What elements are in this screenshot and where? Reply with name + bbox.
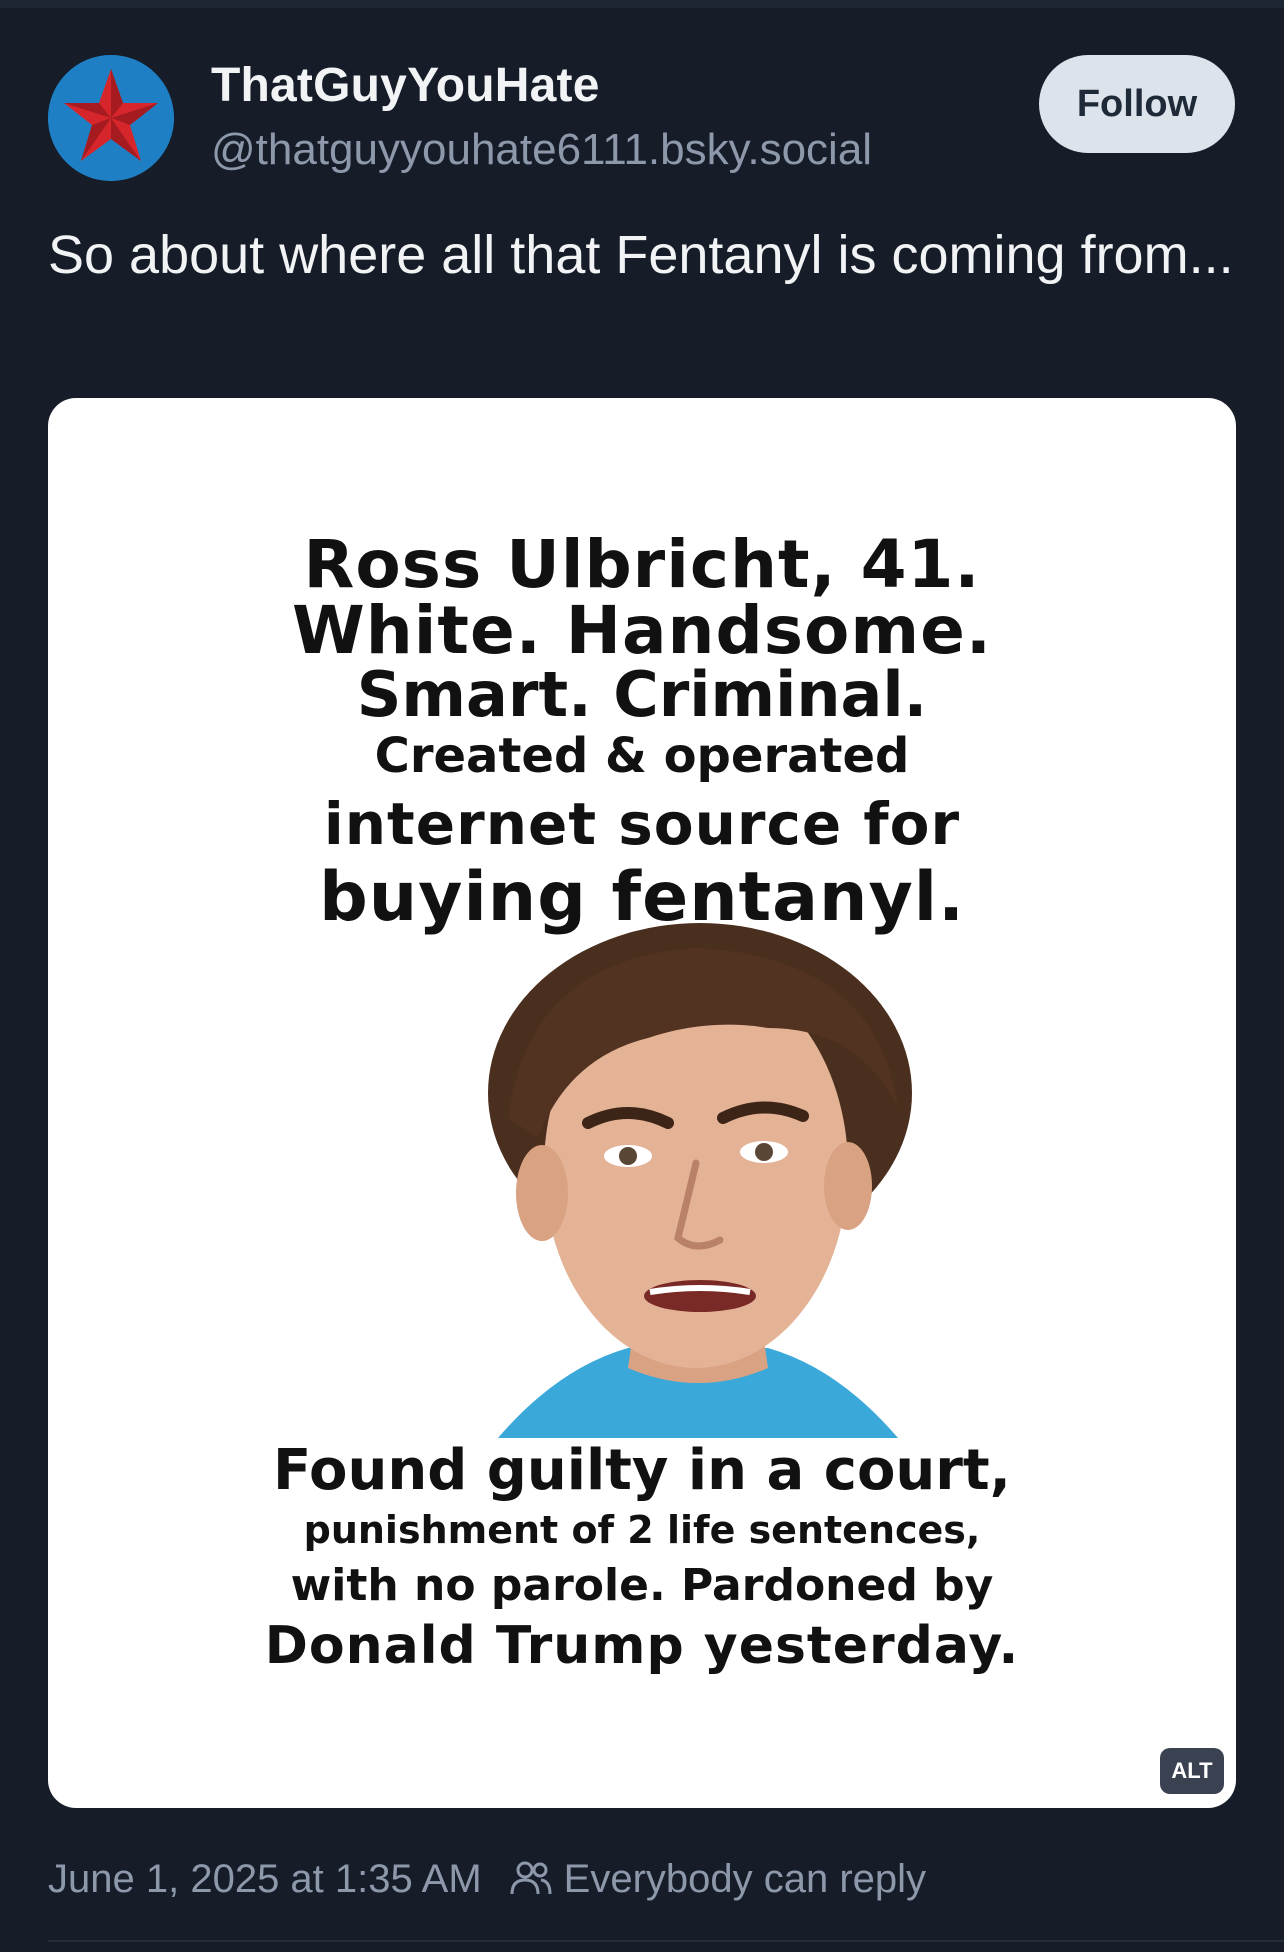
post-image[interactable]: Ross Ulbricht, 41. White. Handsome. Smar… [48, 398, 1236, 1808]
post-view: ThatGuyYouHate @thatguyyouhate6111.bsky.… [0, 0, 1284, 1952]
follow-button[interactable]: Follow [1039, 55, 1235, 153]
post-meta: June 1, 2025 at 1:35 AM Everybody can re… [48, 1856, 926, 1902]
alt-text-badge[interactable]: ALT [1160, 1748, 1224, 1794]
people-icon [510, 1861, 552, 1895]
post-timestamp[interactable]: June 1, 2025 at 1:35 AM [48, 1857, 482, 1902]
meme-caption-line: punishment of 2 life sentences, [303, 1508, 981, 1552]
red-star-avatar-icon [48, 55, 174, 181]
author-display-name[interactable]: ThatGuyYouHate [211, 58, 600, 113]
bottom-divider [48, 1940, 1284, 1942]
post-text: So about where all that Fentanyl is comi… [48, 225, 1234, 285]
meme-caption-line: Found guilty in a court, [273, 1438, 1011, 1503]
reply-setting[interactable]: Everybody can reply [564, 1857, 926, 1902]
portrait-photo [438, 918, 958, 1438]
author-avatar[interactable] [48, 55, 174, 181]
meme-caption-line: Created & operated [374, 728, 910, 784]
meme-caption-line: Smart. Criminal. [356, 658, 928, 731]
top-divider [0, 0, 1284, 8]
meme-caption-line: with no parole. Pardoned by [290, 1560, 994, 1611]
meme-caption-line: Donald Trump yesterday. [264, 1616, 1020, 1676]
author-handle[interactable]: @thatguyyouhate6111.bsky.social [211, 125, 872, 175]
meme-caption-line: internet source for [323, 790, 961, 858]
